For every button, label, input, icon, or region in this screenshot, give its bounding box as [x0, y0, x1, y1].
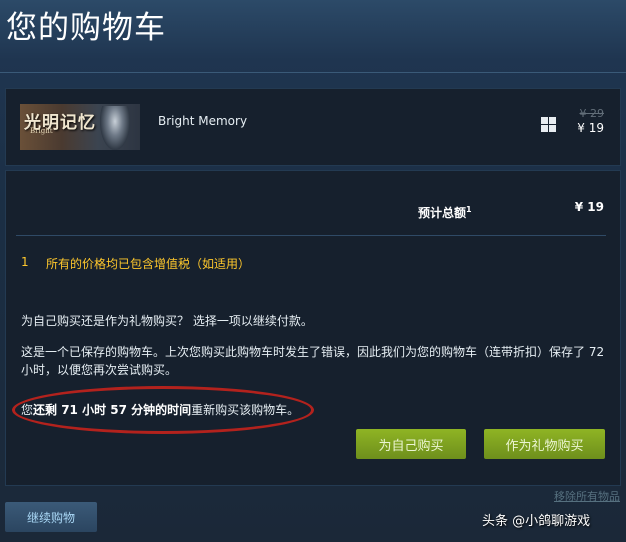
estimated-total-footnote: 1 [466, 205, 472, 214]
final-price: ¥ 19 [577, 121, 604, 135]
game-name-link[interactable]: Bright Memory [158, 114, 247, 128]
estimated-total-label: 预计总额1 [418, 205, 472, 220]
title-divider [0, 72, 626, 73]
buy-as-gift-button[interactable]: 作为礼物购买 [484, 429, 605, 459]
buy-for-self-button[interactable]: 为自己购买 [356, 429, 466, 459]
saved-cart-notice: 这是一个已保存的购物车。上次您购买此购物车时发生了错误，因此我们为您的购物车（连… [21, 345, 605, 377]
purchase-question-text: 为自己购买还是作为礼物购买？ 选择一项以继续付款。 [21, 314, 313, 328]
tax-note-number: 1 [21, 255, 29, 269]
game-capsule-image[interactable]: 光明记忆 Bright [20, 104, 140, 150]
annotation-circle [12, 386, 314, 434]
tax-note-text: 所有的价格均已包含增值税（如适用） [46, 257, 251, 271]
watermark-text: 头条 @小鸽聊游戏 [482, 514, 591, 529]
original-price: ¥ 29 [579, 107, 605, 120]
cart-item-row: 光明记忆 Bright Bright Memory ¥ 29 ¥ 19 [5, 88, 621, 166]
page-title: 您的购物车 [6, 10, 166, 46]
capsule-logo-sub: Bright [30, 127, 53, 135]
cart-summary-panel: 预计总额1 ¥ 19 1 所有的价格均已包含增值税（如适用） 为自己购买还是作为… [5, 170, 621, 486]
windows-icon [541, 117, 556, 132]
remove-all-items-link[interactable]: 移除所有物品 [554, 488, 620, 504]
continue-shopping-button[interactable]: 继续购物 [5, 502, 97, 532]
summary-divider [16, 235, 606, 236]
capsule-figure [100, 106, 130, 150]
estimated-total-value: ¥ 19 [574, 200, 604, 214]
